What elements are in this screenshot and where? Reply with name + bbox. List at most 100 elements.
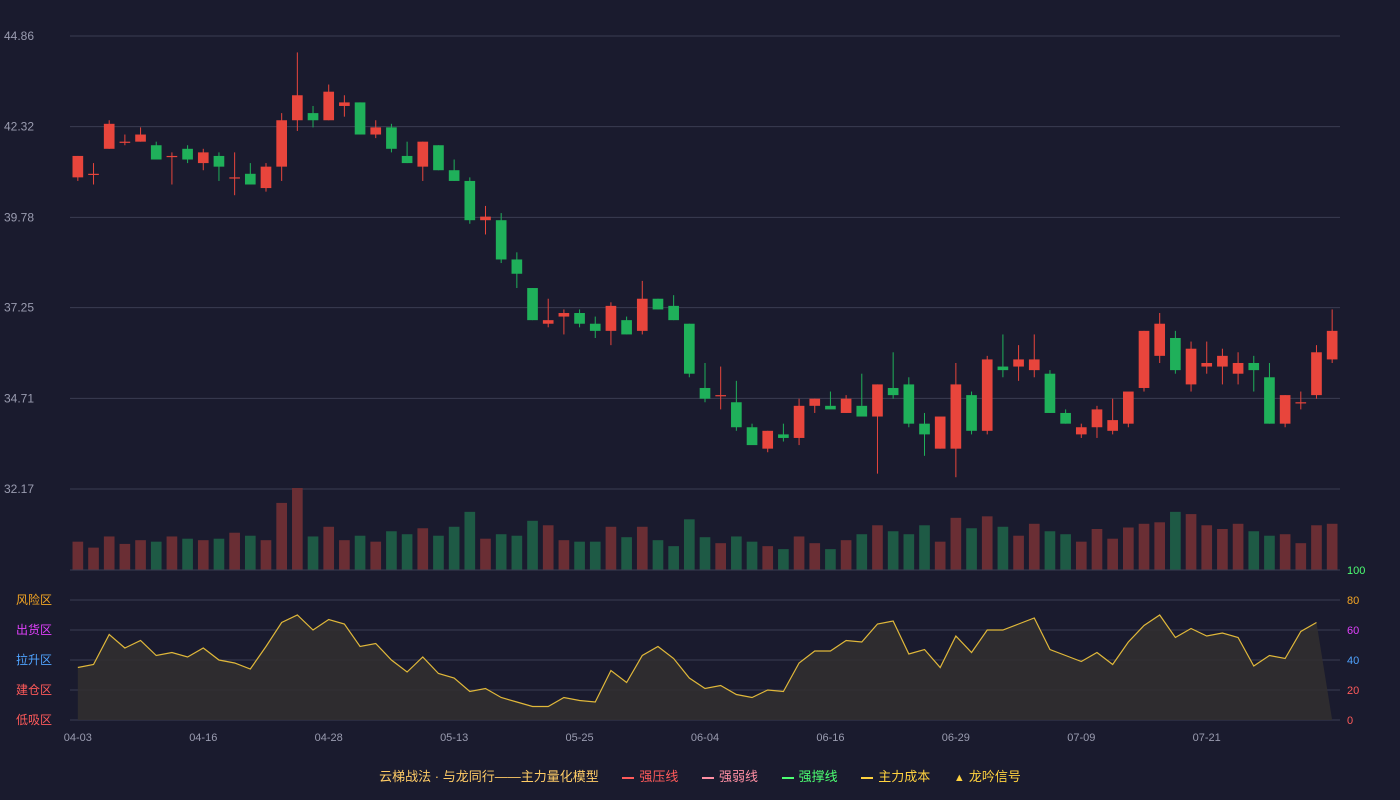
x-tick-label: 07-09	[1067, 732, 1095, 744]
candle-body	[1185, 348, 1197, 385]
indicator-tick-label: 0	[1347, 715, 1353, 727]
candle-body	[150, 145, 162, 160]
candle-body	[433, 145, 444, 171]
candle-body	[72, 155, 84, 178]
candle-body	[840, 398, 852, 413]
candle-body	[636, 298, 648, 331]
volume-bar	[1123, 527, 1134, 570]
x-tick-label: 04-03	[64, 732, 92, 744]
candle-body	[652, 298, 664, 310]
candle-body	[103, 123, 115, 149]
price-tick-label: 32.17	[4, 482, 34, 496]
volume-bar	[683, 519, 695, 570]
candle-body	[856, 405, 868, 417]
chart-legend: 云梯战法 · 与龙同行——主力量化模型 强压线 强弱线 强撑线 主力成本 ▲ 龙吟…	[0, 766, 1400, 786]
candle-body	[292, 95, 303, 121]
price-tick-label: 42.32	[4, 120, 34, 134]
indicator-area	[77, 615, 1333, 720]
price-tick-label: 34.71	[4, 391, 34, 405]
candle-body	[731, 402, 742, 428]
candle-body	[950, 384, 962, 449]
candle-body	[182, 148, 193, 160]
volume-bar	[1248, 531, 1260, 570]
x-tick-label: 04-28	[315, 732, 343, 744]
candle-body	[260, 166, 272, 189]
candle-body	[668, 305, 679, 321]
price-tick-label: 39.78	[4, 210, 34, 224]
legend-item-strong-pressure[interactable]: 强压线	[622, 766, 678, 785]
volume-bar	[197, 540, 209, 570]
volume-bar	[1013, 535, 1024, 570]
legend-item-dragon-signal[interactable]: ▲ 龙吟信号	[954, 766, 1021, 785]
legend-item-strong-support[interactable]: 强撑线	[781, 766, 838, 785]
volume-bar	[182, 538, 193, 570]
volume-bar	[1264, 535, 1275, 570]
candle-body	[1075, 427, 1087, 435]
volume-bar	[119, 543, 131, 570]
candle-body	[1060, 412, 1071, 424]
volume-bar	[103, 536, 115, 570]
candle-body	[464, 180, 476, 221]
candle-body	[1295, 402, 1307, 404]
candle-body	[1326, 330, 1338, 360]
x-tick-label: 05-13	[440, 732, 468, 744]
candle-body	[495, 220, 507, 260]
legend-dashed-line-icon	[861, 776, 874, 779]
legend-label: 强弱线	[719, 769, 759, 784]
volume-bar	[950, 517, 962, 570]
volume-bar	[229, 532, 240, 570]
volume-bar	[370, 541, 382, 570]
candle-body	[511, 259, 523, 274]
zone-label: 低吸区	[16, 713, 52, 727]
volume-bar	[934, 541, 946, 570]
volume-bar	[809, 543, 821, 570]
candle-body	[966, 395, 977, 431]
candle-body	[527, 288, 538, 321]
candle-body	[386, 127, 397, 149]
candle-body	[793, 405, 805, 438]
volume-bar	[1075, 541, 1087, 570]
volume-bar	[1060, 534, 1071, 570]
volume-bar	[793, 536, 805, 570]
volume-bar	[558, 540, 570, 570]
candle-body	[715, 395, 727, 397]
candle-body	[1138, 330, 1150, 388]
candle-body	[1170, 338, 1181, 371]
volume-bar	[1044, 531, 1056, 570]
candle-body	[1232, 362, 1244, 374]
candle-body	[903, 384, 915, 424]
candle-body	[683, 323, 695, 374]
volume-bar	[307, 536, 319, 570]
volume-bar	[386, 531, 397, 570]
x-tick-label: 06-04	[691, 732, 719, 744]
legend-item-strength-line[interactable]: 强弱线	[702, 766, 758, 785]
candle-body	[605, 305, 617, 331]
volume-bar	[448, 526, 460, 570]
volume-bar	[166, 536, 178, 570]
candle-body	[1091, 409, 1103, 428]
candle-body	[809, 398, 821, 406]
volume-bar	[401, 534, 413, 570]
volume-bar	[605, 526, 617, 570]
candle-body	[574, 313, 585, 324]
candle-body	[135, 134, 146, 142]
volume-bar	[981, 516, 993, 570]
legend-item-main-cost[interactable]: 主力成本	[861, 766, 930, 785]
zone-label: 风险区	[16, 592, 52, 607]
volume-bar	[840, 540, 852, 570]
volume-bar	[260, 540, 272, 570]
x-tick-label: 05-25	[565, 732, 593, 744]
candle-body	[825, 405, 836, 410]
candle-body	[354, 102, 366, 135]
candle-body	[448, 170, 460, 181]
x-tick-label: 07-21	[1193, 732, 1221, 744]
volume-bar	[589, 541, 601, 570]
volume-bar	[762, 546, 774, 570]
candle-body	[934, 416, 946, 449]
volume-bar	[825, 549, 836, 570]
legend-line-icon	[781, 776, 794, 779]
candle-body	[762, 430, 774, 449]
x-tick-label: 06-29	[942, 732, 970, 744]
volume-bar	[433, 535, 444, 570]
volume-bar	[919, 525, 930, 570]
